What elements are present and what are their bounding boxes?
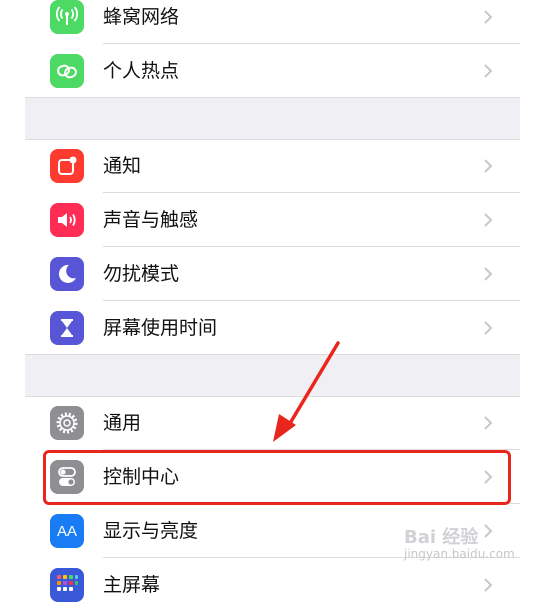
- annotation-arrow: [273, 341, 340, 442]
- watermark: Bai 经验 jingyan.baidu.com: [404, 527, 515, 562]
- watermark-url: jingyan.baidu.com: [404, 547, 515, 561]
- watermark-brand: Bai 经验: [404, 527, 479, 548]
